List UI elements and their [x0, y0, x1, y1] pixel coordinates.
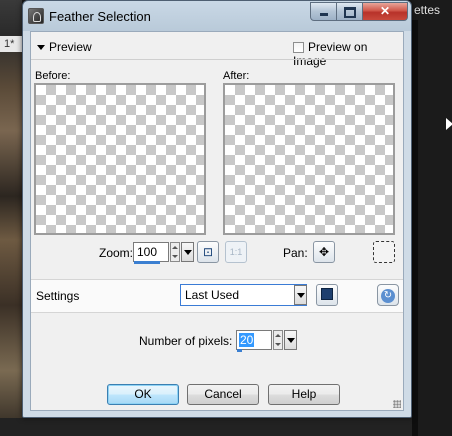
save-preset-button[interactable] — [316, 284, 338, 306]
preview-on-image-label: Preview on Image — [293, 40, 368, 68]
zoom-to-fit-button[interactable]: ⊡ — [197, 241, 219, 263]
zoom-fit-icon: ⊡ — [202, 245, 214, 259]
stepper-down-icon[interactable] — [275, 343, 281, 346]
preset-value: Last Used — [185, 288, 240, 302]
pixels-label: Number of pixels: — [139, 334, 233, 348]
pixels-input[interactable]: 20 — [236, 330, 272, 352]
preset-dropdown-arrow[interactable] — [294, 285, 307, 305]
zoom-input[interactable]: 100 — [133, 242, 169, 264]
before-preview-pane[interactable] — [34, 83, 206, 235]
zoom-value: 100 — [137, 245, 158, 259]
preview-label: Preview — [49, 40, 92, 54]
mouse-cursor-icon — [446, 118, 452, 130]
preset-select[interactable]: Last Used — [180, 284, 307, 306]
feather-selection-dialog: Feather Selection ✕ Preview Preview on I… — [22, 0, 412, 418]
settings-label: Settings — [36, 289, 80, 303]
title-bar[interactable]: Feather Selection ✕ — [23, 1, 411, 31]
background-panel-right: ettes — [412, 0, 452, 436]
proof-button[interactable] — [373, 241, 395, 263]
resize-grip[interactable] — [393, 400, 401, 408]
settings-row: Settings Last Used ↻ — [31, 279, 403, 313]
after-label: After: — [223, 70, 250, 82]
zoom-stepper[interactable] — [170, 242, 180, 262]
maximize-icon — [343, 7, 356, 18]
background-canvas-left: 1* — [0, 0, 22, 436]
minimize-button[interactable] — [310, 2, 337, 21]
stepper-down-icon[interactable] — [172, 255, 178, 258]
pixels-value: 20 — [239, 333, 255, 347]
background-menu-text[interactable]: ettes — [414, 3, 440, 17]
background-bottom — [0, 418, 412, 436]
maximize-button[interactable] — [336, 2, 363, 21]
save-preset-icon — [321, 288, 333, 300]
collapse-triangle-icon — [37, 45, 45, 50]
stepper-up-icon[interactable] — [275, 334, 281, 337]
background-tab[interactable]: 1* — [0, 36, 22, 52]
move-icon: ✥ — [318, 245, 330, 259]
window-title: Feather Selection — [49, 9, 151, 24]
zoom-dropdown-arrow[interactable] — [181, 242, 194, 262]
checkbox-box[interactable] — [293, 42, 304, 53]
zoom-label: Zoom: — [99, 246, 134, 260]
reset-icon: ↻ — [381, 289, 395, 303]
pan-label: Pan: — [283, 246, 308, 260]
divider — [31, 59, 403, 60]
actual-size-button[interactable]: 1:1 — [225, 241, 247, 263]
app-icon — [28, 8, 44, 24]
pixels-stepper[interactable] — [273, 330, 283, 350]
reset-button[interactable]: ↻ — [377, 284, 399, 306]
cancel-button[interactable]: Cancel — [187, 384, 259, 405]
background-strip — [412, 20, 418, 436]
pan-button[interactable]: ✥ — [313, 241, 335, 263]
close-button[interactable]: ✕ — [362, 2, 408, 21]
close-icon: ✕ — [379, 4, 391, 18]
dialog-body: Preview Preview on Image Before: After: … — [30, 31, 404, 411]
after-preview-pane[interactable] — [223, 83, 395, 235]
help-button[interactable]: Help — [268, 384, 340, 405]
preview-on-image-checkbox[interactable]: Preview on Image — [293, 40, 403, 68]
before-label: Before: — [35, 70, 71, 82]
minimize-icon — [319, 13, 328, 16]
pixels-dropdown-arrow[interactable] — [284, 330, 297, 350]
preview-toggle[interactable]: Preview — [37, 40, 92, 54]
actual-size-icon: 1:1 — [229, 247, 243, 257]
ok-button[interactable]: OK — [107, 384, 179, 405]
stepper-up-icon[interactable] — [172, 246, 178, 249]
